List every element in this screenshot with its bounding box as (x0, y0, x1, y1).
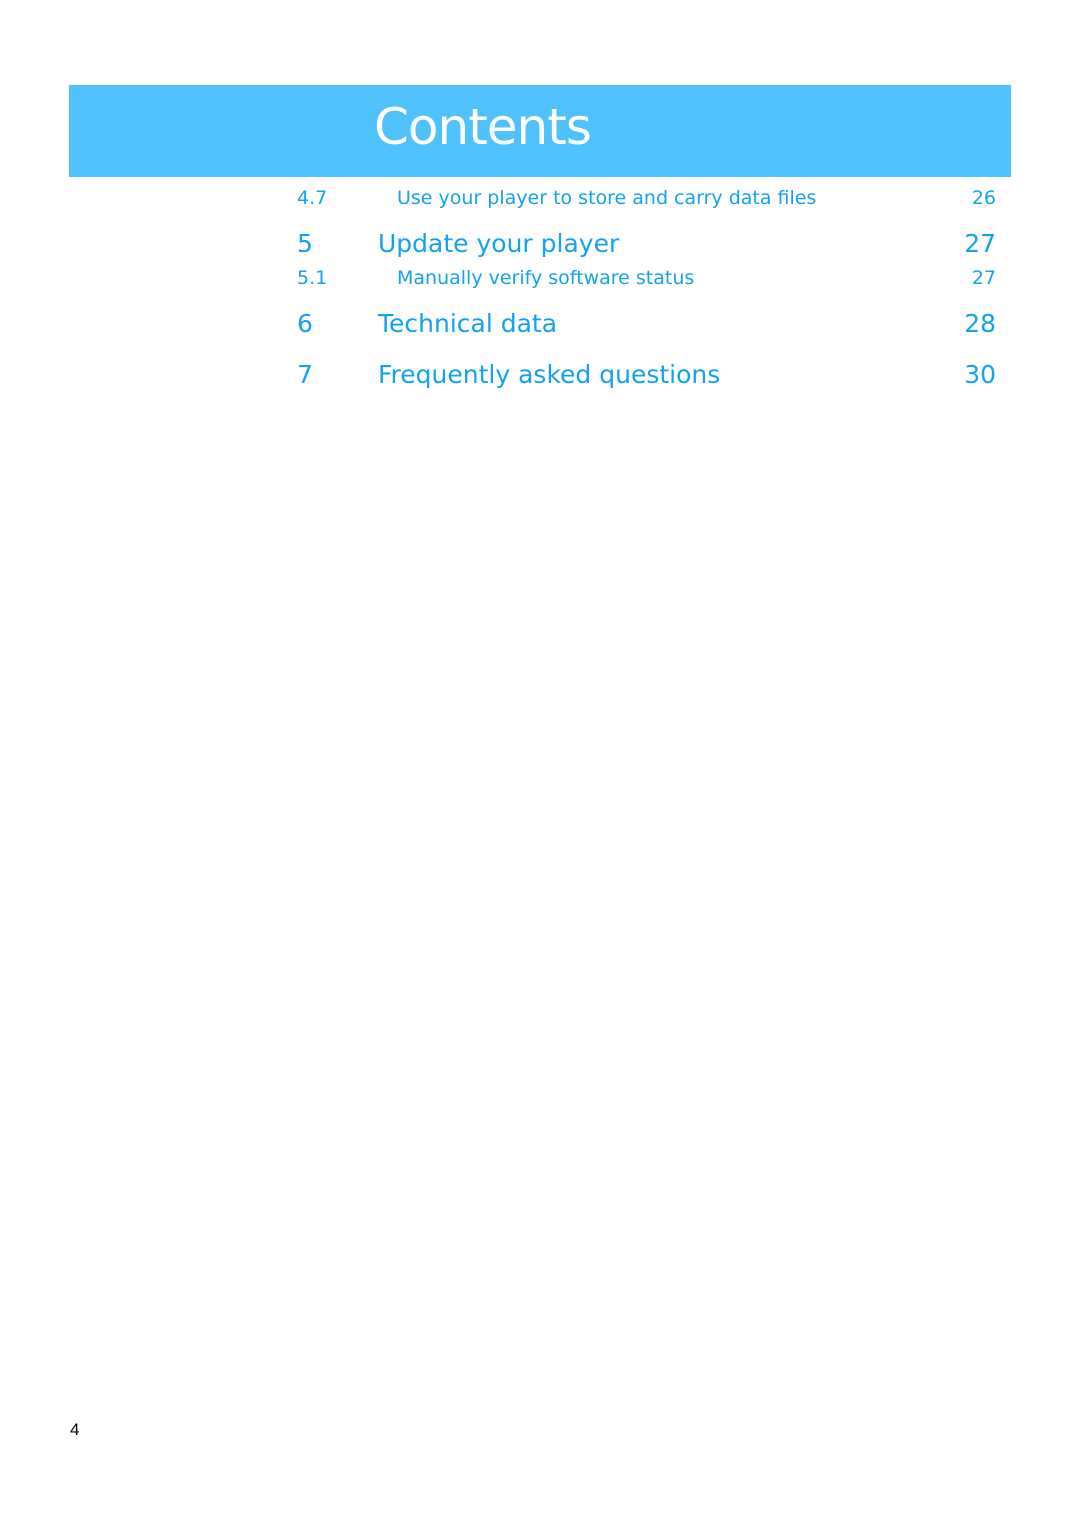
toc-entry-title[interactable]: Technical data (378, 308, 557, 340)
toc-entry-number: 6 (297, 309, 313, 338)
page-number: 4 (70, 1420, 80, 1439)
toc-entry-title[interactable]: Frequently asked questions (378, 359, 720, 391)
toc-entry-number: 7 (297, 360, 313, 389)
toc-entry-page: 26 (971, 187, 996, 209)
toc-entry-page: 28 (964, 309, 996, 338)
toc-entry-7[interactable]: 7 Frequently asked questions 30 (0, 359, 1080, 391)
contents-banner: Contents (69, 85, 1011, 177)
toc-entry-title[interactable]: Use your player to store and carry data … (397, 186, 816, 210)
toc-entry-4-7[interactable]: 4.7 Use your player to store and carry d… (0, 186, 1080, 210)
toc-entry-title[interactable]: Update your player (378, 228, 619, 260)
toc-entry-page: 30 (964, 360, 996, 389)
toc-entry-title[interactable]: Manually verify software status (397, 266, 694, 290)
toc-entry-number: 5.1 (297, 267, 328, 289)
toc-entry-page: 27 (964, 229, 996, 258)
page-title: Contents (374, 98, 592, 156)
toc-entry-6[interactable]: 6 Technical data 28 (0, 308, 1080, 340)
toc-entry-page: 27 (971, 267, 996, 289)
toc-entry-5-1[interactable]: 5.1 Manually verify software status 27 (0, 266, 1080, 290)
toc-entry-number: 4.7 (297, 187, 328, 209)
toc-entry-5[interactable]: 5 Update your player 27 (0, 228, 1080, 260)
toc-entry-number: 5 (297, 229, 313, 258)
